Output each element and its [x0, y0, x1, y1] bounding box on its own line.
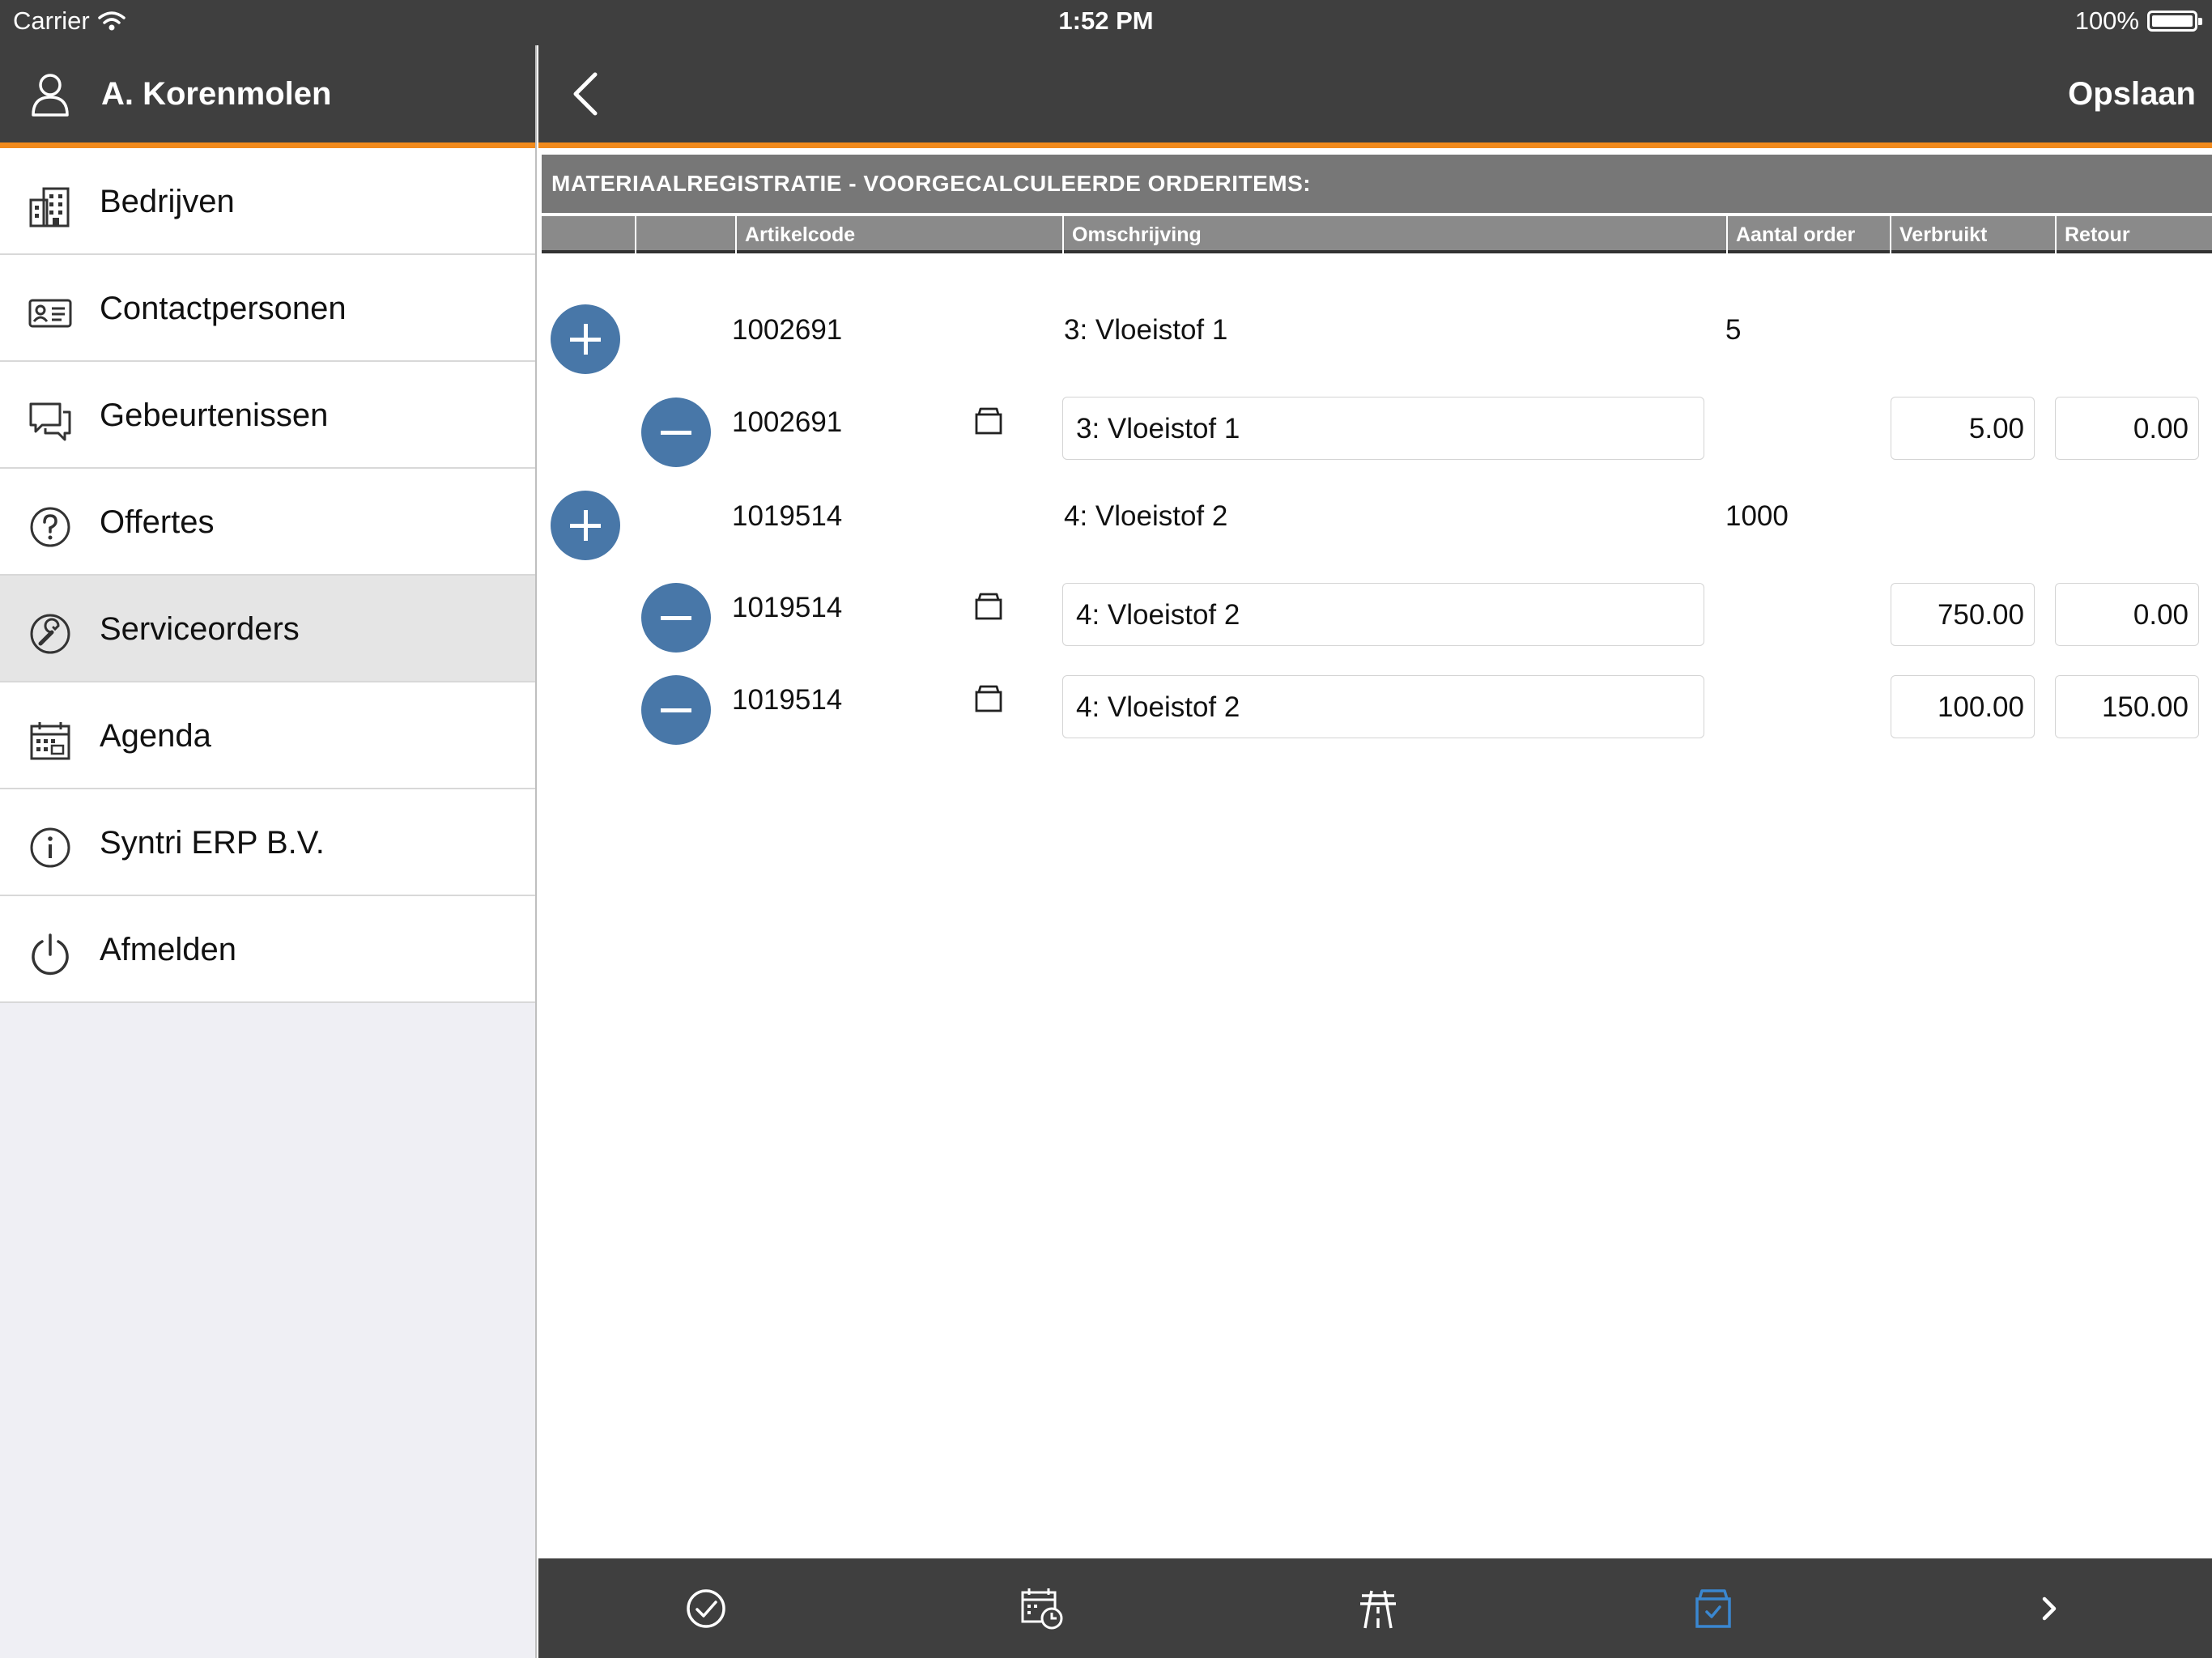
battery-indicator: 100%: [2074, 6, 2202, 36]
table-row: 1019514 4: Vloeistof 2 1000: [538, 442, 2212, 560]
battery-percent: 100%: [2074, 6, 2139, 35]
road-icon[interactable]: [1354, 1584, 1402, 1633]
user-header[interactable]: A. Korenmolen: [0, 45, 535, 148]
user-icon: [32, 74, 69, 117]
artikelcode-cell: 1002691: [732, 406, 843, 438]
table-row: 1019514 4: Vloeistof 2 750.00 0.00: [538, 534, 2212, 653]
user-name: A. Korenmolen: [101, 76, 332, 112]
retour-field[interactable]: 150.00: [2055, 675, 2199, 738]
navigation-bar: Opslaan: [538, 45, 2212, 148]
wrench-circle-icon: [30, 614, 70, 654]
chevron-right-icon[interactable]: [2025, 1584, 2074, 1633]
check-circle-icon[interactable]: [682, 1584, 730, 1633]
power-icon: [32, 933, 69, 976]
aantal-order-cell: 1000: [1725, 500, 1789, 532]
menu-item-agenda[interactable]: Agenda: [0, 682, 535, 789]
header-spacer: [542, 216, 635, 253]
menu-item-afmelden[interactable]: Afmelden: [0, 896, 535, 1003]
contact-card-icon: [28, 299, 72, 328]
section-title: MATERIAALREGISTRATIE - VOORGECALCULEERDE…: [542, 155, 2212, 213]
description-field[interactable]: 4: Vloeistof 2: [1062, 675, 1704, 738]
menu-item-offertes[interactable]: Offertes: [0, 469, 535, 576]
menu-item-gebeurtenissen[interactable]: Gebeurtenissen: [0, 362, 535, 469]
menu-item-label: Contactpersonen: [100, 291, 347, 326]
menu-item-label: Offertes: [100, 504, 215, 540]
box-icon[interactable]: [974, 684, 1003, 713]
main-menu: Bedrijven Contactpersonen Gebeurtenissen: [0, 148, 535, 1003]
info-circle-icon: [30, 827, 70, 868]
sidebar: A. Korenmolen Bedrijven Contactpersonen …: [0, 45, 537, 1658]
menu-item-label: Afmelden: [100, 932, 236, 967]
box-icon[interactable]: [974, 406, 1003, 436]
artikelcode-cell: 1019514: [732, 684, 843, 716]
question-circle-icon: [30, 507, 70, 547]
header-omschrijving: Omschrijving: [1064, 216, 1726, 253]
menu-item-label: Serviceorders: [100, 611, 300, 647]
header-artikelcode: Artikelcode: [737, 216, 1062, 253]
bottom-toolbar: [538, 1558, 2212, 1658]
battery-icon: [2147, 11, 2202, 32]
header-retour: Retour: [2057, 216, 2212, 253]
calendar-icon: [30, 722, 70, 760]
save-button[interactable]: Opslaan: [2068, 76, 2196, 113]
table-header: Artikelcode Omschrijving Aantal order Ve…: [542, 216, 2212, 257]
status-bar: Carrier 1:52 PM 100%: [0, 0, 2212, 45]
menu-item-label: Gebeurtenissen: [100, 397, 329, 433]
menu-item-bedrijven[interactable]: Bedrijven: [0, 148, 535, 255]
verbruikt-field[interactable]: 100.00: [1891, 675, 2035, 738]
artikelcode-cell: 1002691: [732, 314, 843, 346]
menu-item-contactpersonen[interactable]: Contactpersonen: [0, 255, 535, 362]
remove-button[interactable]: [641, 675, 711, 745]
buildings-icon: [29, 187, 70, 227]
chat-bubbles-icon: [29, 402, 71, 441]
menu-item-label: Bedrijven: [100, 184, 235, 219]
omschrijving-cell: 4: Vloeistof 2: [1064, 500, 1228, 532]
box-check-icon[interactable]: [1689, 1584, 1738, 1633]
box-icon[interactable]: [974, 592, 1003, 621]
table-row: 1002691 3: Vloeistof 1 5: [538, 257, 2212, 374]
clock: 1:52 PM: [1058, 6, 1154, 35]
omschrijving-cell: 3: Vloeistof 1: [1064, 314, 1228, 346]
table-row: 1002691 3: Vloeistof 1 5.00 0.00: [538, 350, 2212, 467]
back-chevron-icon[interactable]: [563, 68, 611, 120]
calendar-clock-icon[interactable]: [1018, 1584, 1066, 1633]
menu-item-label: Syntri ERP B.V.: [100, 825, 325, 861]
artikelcode-cell: 1019514: [732, 592, 843, 623]
main-panel: Opslaan MATERIAALREGISTRATIE - VOORGECAL…: [538, 45, 2212, 1658]
menu-item-label: Agenda: [100, 718, 211, 754]
menu-item-syntri-erp[interactable]: Syntri ERP B.V.: [0, 789, 535, 896]
artikelcode-cell: 1019514: [732, 500, 843, 532]
menu-item-serviceorders[interactable]: Serviceorders: [0, 576, 535, 682]
header-verbruikt: Verbruikt: [1891, 216, 2055, 253]
aantal-order-cell: 5: [1725, 314, 1742, 346]
header-aantal-order: Aantal order: [1728, 216, 1890, 253]
table-row: 1019514 4: Vloeistof 2 100.00 150.00: [538, 627, 2212, 745]
header-spacer: [636, 216, 735, 253]
